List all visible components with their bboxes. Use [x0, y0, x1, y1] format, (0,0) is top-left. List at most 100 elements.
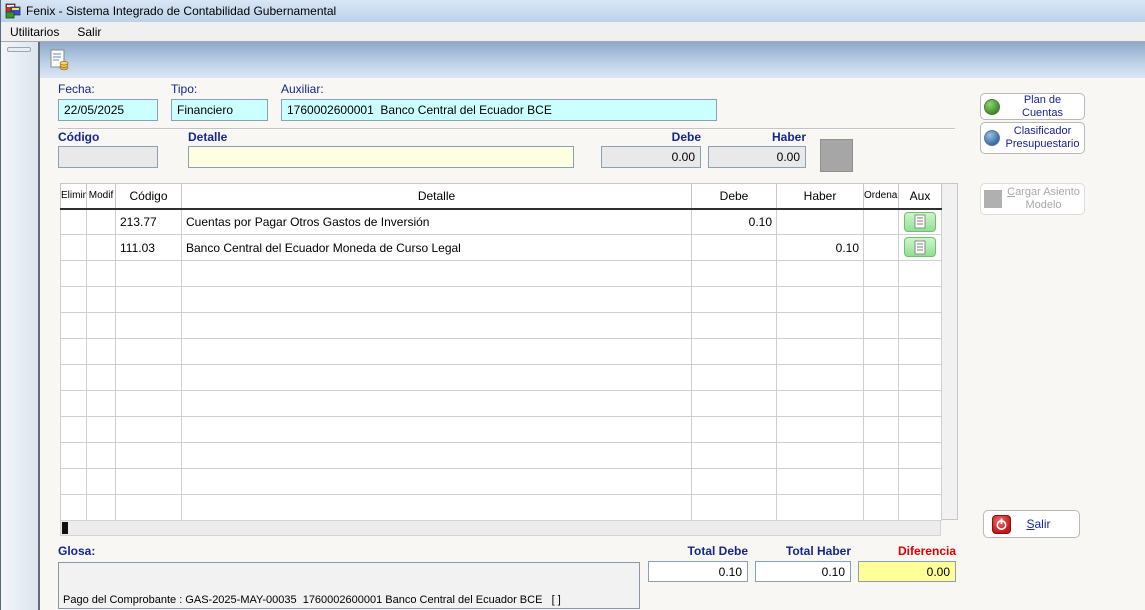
cell-ordenar	[864, 235, 899, 261]
grid-vertical-scrollbar[interactable]	[942, 183, 958, 520]
cell-aux	[899, 365, 942, 391]
auxiliar-input[interactable]	[281, 99, 717, 121]
plan-de-cuentas-button[interactable]: Plan de Cuentas	[980, 93, 1085, 120]
salir-button[interactable]: Salir	[983, 510, 1080, 538]
cell-haber	[777, 495, 864, 521]
grid-row-empty[interactable]	[61, 391, 942, 417]
grid-row-empty[interactable]	[61, 443, 942, 469]
cell-codigo	[116, 287, 182, 313]
toolbar	[40, 42, 1145, 78]
grid-row-empty[interactable]	[61, 261, 942, 287]
cell-detalle: Cuentas por Pagar Otros Gastos de Invers…	[182, 209, 692, 235]
voucher-document-icon[interactable]	[48, 48, 72, 72]
glosa-textarea[interactable]: Pago del Comprobante : GAS-2025-MAY-0003…	[58, 562, 640, 609]
grid-row-empty[interactable]	[61, 469, 942, 495]
cell-modif	[87, 365, 116, 391]
cell-codigo	[116, 391, 182, 417]
cell-modif	[87, 417, 116, 443]
menu-utilitarios[interactable]: Utilitarios	[1, 23, 68, 41]
cell-elimin	[61, 443, 87, 469]
splitter-grip[interactable]	[7, 47, 31, 52]
grid-row-empty[interactable]	[61, 365, 942, 391]
cell-codigo	[116, 469, 182, 495]
green-sphere-icon	[984, 99, 1000, 115]
grid-horizontal-scrollbar[interactable]	[60, 520, 941, 536]
cell-modif	[87, 443, 116, 469]
cell-ordenar	[864, 495, 899, 521]
cell-debe	[692, 443, 777, 469]
cell-detalle: Banco Central del Ecuador Moneda de Curs…	[182, 235, 692, 261]
cell-debe	[692, 391, 777, 417]
cargar-asiento-modelo-button: Cargar Asiento Modelo	[980, 183, 1085, 215]
grid-row-empty[interactable]	[61, 495, 942, 521]
cell-elimin	[61, 495, 87, 521]
total-haber-label: Total Haber	[755, 544, 851, 558]
entries-grid: Elimin Modif Código Detalle Debe Haber O…	[60, 183, 958, 520]
cell-codigo	[116, 443, 182, 469]
cell-codigo	[116, 339, 182, 365]
cell-ordenar	[864, 365, 899, 391]
clasificador-label: Clasificador Presupuestario	[1004, 125, 1081, 151]
cell-haber	[777, 313, 864, 339]
cell-debe: 0.10	[692, 209, 777, 235]
cargar-asiento-label: Cargar Asiento Modelo	[1006, 186, 1081, 212]
cell-detalle	[182, 417, 692, 443]
fecha-input[interactable]	[58, 99, 158, 121]
cell-aux	[899, 261, 942, 287]
cell-haber	[777, 365, 864, 391]
cell-modif	[87, 469, 116, 495]
add-entry-button[interactable]	[820, 139, 853, 172]
main-panel: Fecha: Tipo: Auxiliar: Código Detalle De…	[38, 42, 1145, 610]
cell-haber	[777, 339, 864, 365]
clasificador-presupuestario-button[interactable]: Clasificador Presupuestario	[980, 122, 1085, 154]
fenix-app-icon	[5, 3, 21, 19]
cell-ordenar	[864, 261, 899, 287]
aux-button[interactable]	[904, 212, 936, 232]
cell-debe	[692, 235, 777, 261]
cell-aux	[899, 287, 942, 313]
detalle-input[interactable]	[188, 146, 574, 168]
cell-detalle	[182, 313, 692, 339]
cell-modif	[87, 235, 116, 261]
cell-detalle	[182, 443, 692, 469]
aux-button[interactable]	[904, 237, 936, 257]
grid-row-empty[interactable]	[61, 417, 942, 443]
scrollbar-thumb[interactable]	[62, 522, 68, 534]
diferencia-label: Diferencia	[858, 544, 956, 558]
title-bar[interactable]: Fenix - Sistema Integrado de Contabilida…	[1, 0, 1145, 22]
cell-aux	[899, 313, 942, 339]
debe-input[interactable]	[601, 146, 701, 168]
cell-ordenar	[864, 313, 899, 339]
cell-ordenar	[864, 339, 899, 365]
grid-row[interactable]: 213.77Cuentas por Pagar Otros Gastos de …	[61, 209, 942, 235]
cell-haber	[777, 209, 864, 235]
grid-row-empty[interactable]	[61, 339, 942, 365]
haber-input[interactable]	[708, 146, 806, 168]
cell-aux	[899, 443, 942, 469]
grid-row-empty[interactable]	[61, 313, 942, 339]
cell-aux[interactable]	[899, 235, 942, 261]
debe-label: Debe	[601, 130, 701, 144]
grid-header-row: Elimin Modif Código Detalle Debe Haber O…	[61, 184, 942, 209]
menu-salir[interactable]: Salir	[68, 23, 110, 41]
cell-elimin	[61, 391, 87, 417]
cell-aux[interactable]	[899, 209, 942, 235]
cell-debe	[692, 365, 777, 391]
codigo-input[interactable]	[58, 146, 158, 168]
tipo-input[interactable]	[171, 99, 268, 121]
plan-de-cuentas-label: Plan de Cuentas	[1004, 94, 1081, 120]
grid-row-empty[interactable]	[61, 287, 942, 313]
cell-modif	[87, 313, 116, 339]
cell-elimin	[61, 339, 87, 365]
cell-ordenar	[864, 417, 899, 443]
cell-elimin	[61, 209, 87, 235]
cell-haber	[777, 261, 864, 287]
cell-haber: 0.10	[777, 235, 864, 261]
grid-row[interactable]: 111.03Banco Central del Ecuador Moneda d…	[61, 235, 942, 261]
menu-bar: Utilitarios Salir	[1, 22, 1145, 42]
cell-elimin	[61, 235, 87, 261]
grid-body: 213.77Cuentas por Pagar Otros Gastos de …	[61, 209, 942, 521]
cell-modif	[87, 495, 116, 521]
cell-codigo	[116, 495, 182, 521]
cell-detalle	[182, 339, 692, 365]
